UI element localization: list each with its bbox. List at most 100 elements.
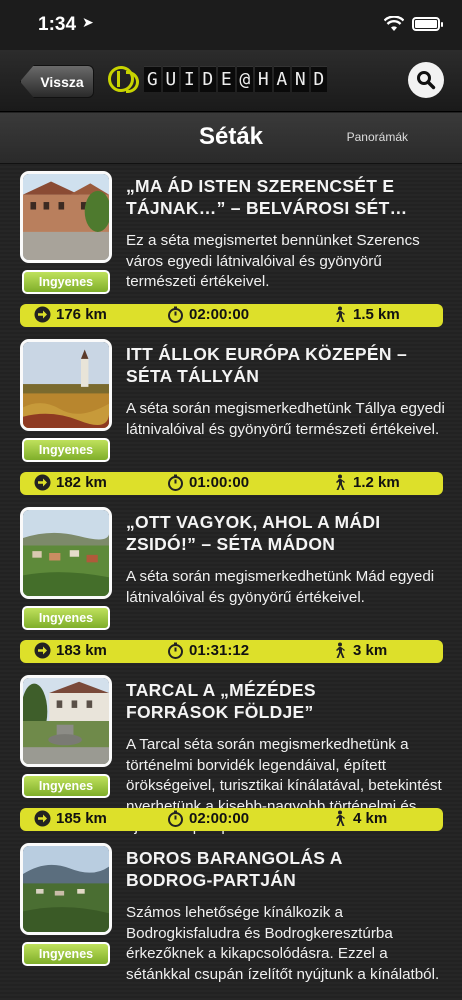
stopwatch-icon [168, 474, 183, 491]
stopwatch-icon [168, 642, 183, 659]
item-thumbnail [20, 675, 112, 767]
info-bar: 185 km 02:00:00 4 km [20, 808, 443, 831]
walking-person-icon [336, 306, 345, 322]
brand-logo: G U I D E @ H A N D [108, 66, 327, 93]
item-title-line: BOROS BARANGOLÁS A [126, 848, 343, 868]
item-title-line: SÉTA TÁLLYÁN [126, 366, 260, 386]
wifi-icon [384, 16, 404, 31]
distance-value: 183 km [56, 642, 107, 659]
item-thumbnail [20, 507, 112, 599]
duration-info: 02:00:00 [167, 306, 249, 323]
list-item[interactable]: Ingyenes „MA ÁD ISTEN SZERENCSÉT E TÁJNA… [0, 165, 462, 333]
price-badge[interactable]: Ingyenes [22, 942, 110, 966]
brand-char: @ [236, 66, 253, 92]
duration-info: 01:31:12 [167, 642, 249, 659]
arrow-right-icon [34, 306, 51, 323]
walk-info: 1.5 km [331, 306, 400, 323]
item-title: „MA ÁD ISTEN SZERENCSÉT E TÁJNAK…” – BEL… [126, 175, 446, 219]
item-title-line: BODROG-PARTJÁN [126, 870, 297, 890]
item-title-line: ITT ÁLLOK EURÓPA KÖZEPÉN – [126, 344, 408, 364]
item-title-line: „MA ÁD ISTEN SZERENCSÉT E [126, 176, 395, 196]
item-title-line: FORRÁSOK FÖLDJE” [126, 702, 314, 722]
distance-info: 176 km [34, 306, 107, 323]
item-title-line: TARCAL A „MÉZÉDES [126, 680, 316, 700]
walk-distance-value: 4 km [353, 810, 388, 827]
duration-value: 01:31:12 [189, 642, 250, 659]
duration-info: 02:00:00 [167, 810, 249, 827]
item-title-line: TÁJNAK…” – BELVÁROSI SÉT… [126, 198, 408, 218]
walk-info: 4 km [331, 810, 387, 827]
distance-value: 185 km [56, 810, 107, 827]
item-thumbnail [20, 843, 112, 935]
item-title: BOROS BARANGOLÁS A BODROG-PARTJÁN [126, 847, 446, 891]
info-bar: 176 km 02:00:00 1.5 km [20, 304, 443, 327]
duration-value: 02:00:00 [189, 306, 250, 323]
distance-info: 185 km [34, 810, 107, 827]
item-title-line: ZSIDÓ!” – SÉTA MÁDON [126, 534, 336, 554]
arrow-right-icon [34, 474, 51, 491]
price-badge[interactable]: Ingyenes [22, 270, 110, 294]
search-button[interactable] [408, 62, 444, 98]
duration-value: 02:00:00 [189, 810, 250, 827]
search-icon [417, 71, 436, 90]
duration-info: 01:00:00 [167, 474, 249, 491]
price-badge[interactable]: Ingyenes [22, 774, 110, 798]
stopwatch-icon [168, 810, 183, 827]
app-screen: 1:34 ➤ Vissza G U I D E @ H A N D Séták … [0, 0, 462, 1000]
brand-char: E [218, 66, 235, 92]
brand-char: A [273, 66, 290, 92]
title-bar: Séták Panorámák [0, 113, 462, 164]
item-description: A séta során megismerkedhetünk Mád egyed… [126, 568, 435, 606]
item-title-line: „OTT VAGYOK, AHOL A MÁDI [126, 512, 381, 532]
walking-person-icon [336, 810, 345, 826]
walk-info: 3 km [331, 642, 387, 659]
distance-value: 176 km [56, 306, 107, 323]
status-bar: 1:34 ➤ [0, 0, 462, 50]
walk-list: Ingyenes „MA ÁD ISTEN SZERENCSÉT E TÁJNA… [0, 165, 462, 1000]
brand-char: N [292, 66, 309, 92]
info-bar: 183 km 01:31:12 3 km [20, 640, 443, 663]
guide-hand-logo-icon [108, 66, 139, 93]
item-thumbnail [20, 339, 112, 431]
item-title: TARCAL A „MÉZÉDES FORRÁSOK FÖLDJE” [126, 679, 446, 723]
item-description: Ez a séta megismertet bennünket Szerencs… [126, 232, 420, 290]
status-icons [384, 16, 443, 32]
info-bar: 182 km 01:00:00 1.2 km [20, 472, 443, 495]
panorama-link[interactable]: Panorámák [347, 130, 408, 144]
brand-char: G [144, 66, 161, 92]
battery-icon [412, 17, 443, 31]
walking-person-icon [336, 642, 345, 658]
arrow-right-icon [34, 810, 51, 827]
item-title: „OTT VAGYOK, AHOL A MÁDI ZSIDÓ!” – SÉTA … [126, 511, 446, 555]
brand-char: U [162, 66, 179, 92]
walk-info: 1.2 km [331, 474, 400, 491]
walking-person-icon [336, 474, 345, 490]
walk-distance-value: 1.2 km [353, 474, 400, 491]
list-item[interactable]: Ingyenes TARCAL A „MÉZÉDES FORRÁSOK FÖLD… [0, 669, 462, 837]
brand-char: D [310, 66, 327, 92]
stopwatch-icon [168, 306, 183, 323]
distance-value: 182 km [56, 474, 107, 491]
status-time: 1:34 [38, 14, 77, 35]
brand-char: I [181, 66, 198, 92]
walk-distance-value: 1.5 km [353, 306, 400, 323]
brand-char: H [255, 66, 272, 92]
arrow-right-icon [34, 642, 51, 659]
duration-value: 01:00:00 [189, 474, 250, 491]
distance-info: 183 km [34, 642, 107, 659]
walk-distance-value: 3 km [353, 642, 388, 659]
item-title: ITT ÁLLOK EURÓPA KÖZEPÉN – SÉTA TÁLLYÁN [126, 343, 446, 387]
price-badge[interactable]: Ingyenes [22, 438, 110, 462]
nav-bar: Vissza G U I D E @ H A N D [0, 50, 462, 112]
brand-char: D [199, 66, 216, 92]
back-button[interactable]: Vissza [20, 65, 94, 98]
item-description: Számos lehetősége kínálkozik a Bodrogkis… [126, 904, 440, 983]
item-thumbnail [20, 171, 112, 263]
distance-info: 182 km [34, 474, 107, 491]
list-item[interactable]: Ingyenes ITT ÁLLOK EURÓPA KÖZEPÉN – SÉTA… [0, 333, 462, 501]
location-arrow-icon: ➤ [82, 14, 94, 30]
list-item[interactable]: Ingyenes „OTT VAGYOK, AHOL A MÁDI ZSIDÓ!… [0, 501, 462, 669]
list-item[interactable]: Ingyenes BOROS BARANGOLÁS A BODROG-PARTJ… [0, 837, 462, 1000]
item-description: A séta során megismerkedhetünk Tállya eg… [126, 400, 445, 438]
price-badge[interactable]: Ingyenes [22, 606, 110, 630]
